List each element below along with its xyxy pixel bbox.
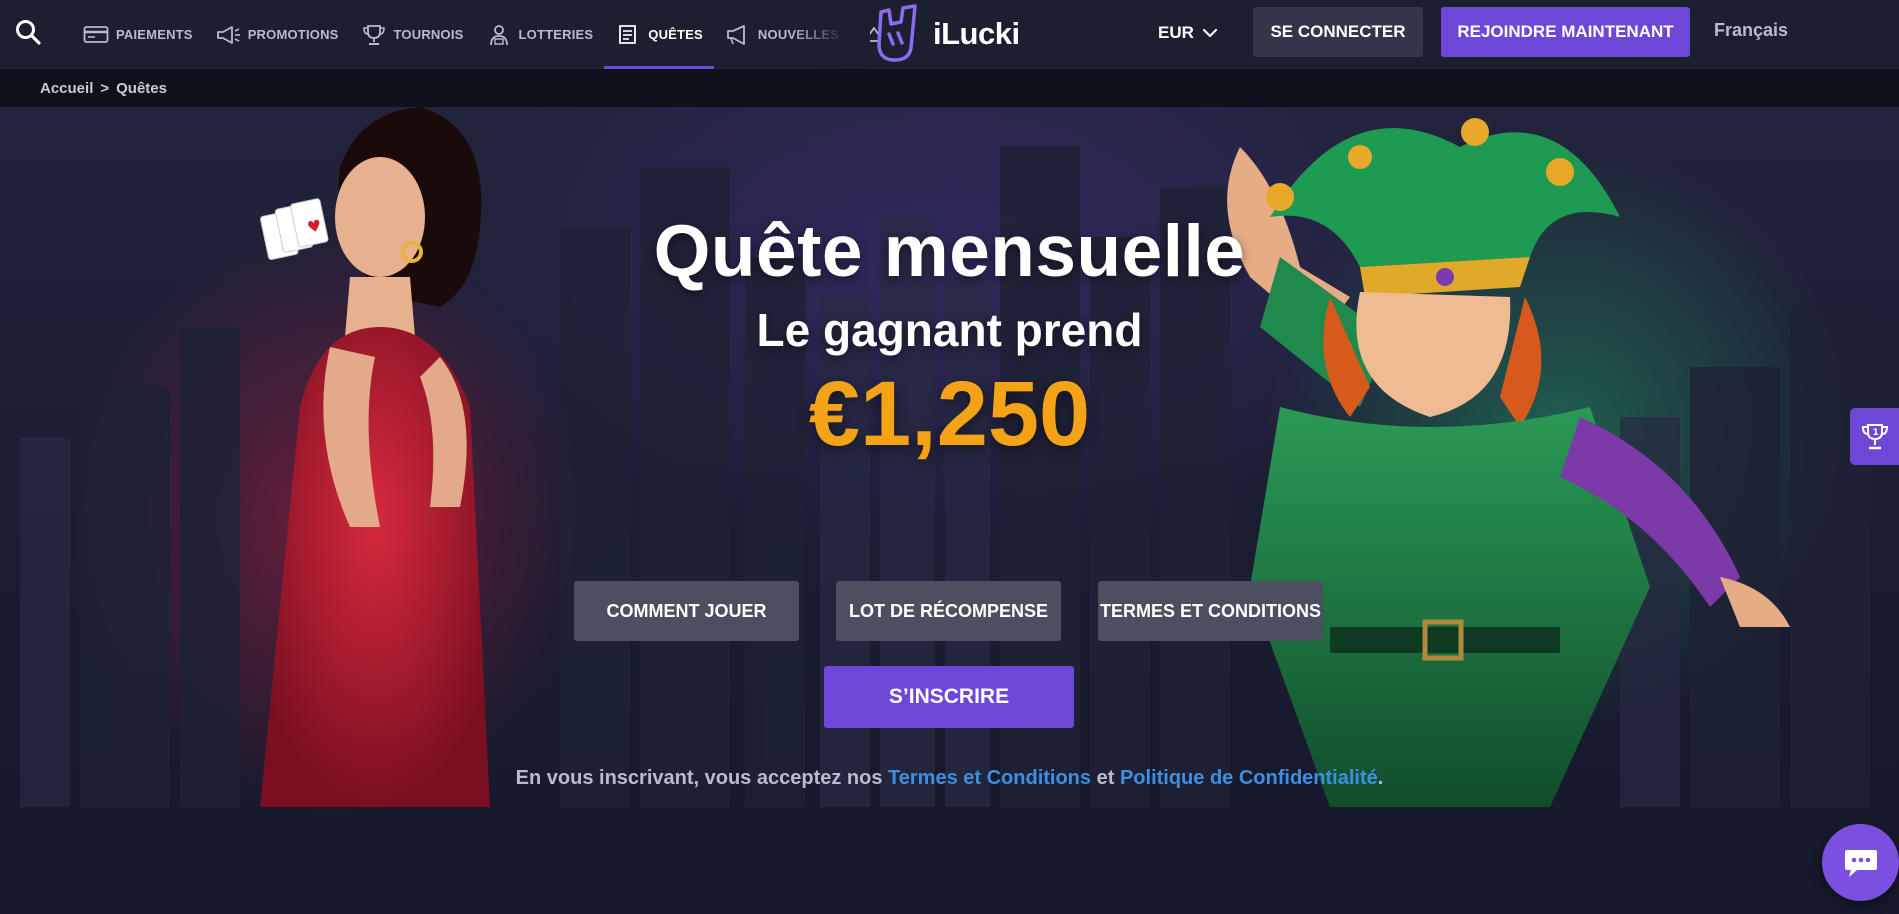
breadcrumb-home-link[interactable]: Accueil (40, 80, 93, 97)
nav-item-payments[interactable]: PAIEMENTS (72, 0, 204, 69)
consent-prefix: En vous inscrivant, vous acceptez nos (515, 767, 883, 789)
search-icon[interactable] (14, 18, 42, 46)
currency-value: EUR (1158, 23, 1194, 42)
hero-subtitle: Le gagnant prend (756, 304, 1143, 356)
nav-item-label: PAIEMENTS (116, 27, 193, 42)
card-icon (83, 25, 109, 43)
language-selector[interactable]: Français (1714, 20, 1788, 41)
how-to-play-button[interactable]: COMMENT JOUER (574, 581, 799, 641)
consent-and: et (1096, 767, 1115, 789)
nav-item-label: LOTTERIES (518, 27, 594, 42)
top-navigation-bar: PAIEMENTS PROMOTIONS TOURNOIS LOTTERIES … (0, 0, 1899, 69)
trophy-icon (362, 24, 385, 45)
chat-icon (1844, 849, 1877, 877)
quest-hero-banner: ♥ Quête mensuelle Le gagnant prend €1,25… (0, 107, 1899, 914)
tournament-side-tab[interactable]: 1 (1850, 408, 1899, 465)
currency-selector[interactable]: EUR (1158, 18, 1218, 48)
register-button[interactable]: S’INSCRIRE (824, 666, 1074, 728)
nav-item-label: NOUVELLES (757, 27, 840, 42)
join-now-button[interactable]: REJOINDRE MAINTENANT (1441, 7, 1690, 57)
svg-text:1: 1 (1872, 428, 1878, 438)
live-chat-button[interactable] (1822, 824, 1899, 901)
terms-link[interactable]: Termes et Conditions (888, 767, 1091, 789)
login-button[interactable]: SE CONNECTER (1253, 7, 1423, 57)
breadcrumb-separator: > (100, 79, 110, 97)
trophy-icon: 1 (1861, 423, 1888, 449)
main-nav: PAIEMENTS PROMOTIONS TOURNOIS LOTTERIES … (72, 0, 918, 69)
logo-mark-icon (877, 4, 917, 62)
terms-conditions-button[interactable]: TERMES ET CONDITIONS (1098, 581, 1323, 641)
chevron-down-icon (1202, 28, 1218, 38)
logo-text: iLucki (933, 16, 1020, 51)
nav-item-quests[interactable]: QUÊTES (604, 0, 714, 69)
hero-title: Quête mensuelle (653, 211, 1246, 292)
reward-pool-button[interactable]: LOT DE RÉCOMPENSE (836, 581, 1061, 641)
lottery-icon (489, 24, 508, 45)
site-logo[interactable]: iLucki (871, 4, 1020, 64)
megaphone-icon (216, 25, 240, 44)
consent-suffix: . (1377, 767, 1384, 789)
nav-item-promotions[interactable]: PROMOTIONS (204, 0, 350, 69)
info-button-row: COMMENT JOUER LOT DE RÉCOMPENSE TERMES E… (574, 581, 1323, 641)
nav-item-lotteries[interactable]: LOTTERIES (475, 0, 605, 69)
nav-item-news[interactable]: NOUVELLES (714, 0, 850, 69)
consent-text: En vous inscrivant, vous acceptez nos Te… (0, 767, 1899, 790)
breadcrumb-current: Quêtes (116, 79, 167, 97)
nav-item-label: TOURNOIS (393, 27, 464, 42)
nav-item-tournaments[interactable]: TOURNOIS (350, 0, 475, 69)
nav-item-label: QUÊTES (648, 27, 703, 42)
privacy-link[interactable]: Politique de Confidentialité (1120, 767, 1378, 789)
news-megaphone-icon (727, 24, 745, 45)
breadcrumb: Accueil > Quêtes (0, 69, 1899, 107)
prize-amount: €1,250 (808, 363, 1091, 465)
quest-scroll-icon (619, 24, 637, 44)
nav-item-label: PROMOTIONS (247, 27, 339, 42)
